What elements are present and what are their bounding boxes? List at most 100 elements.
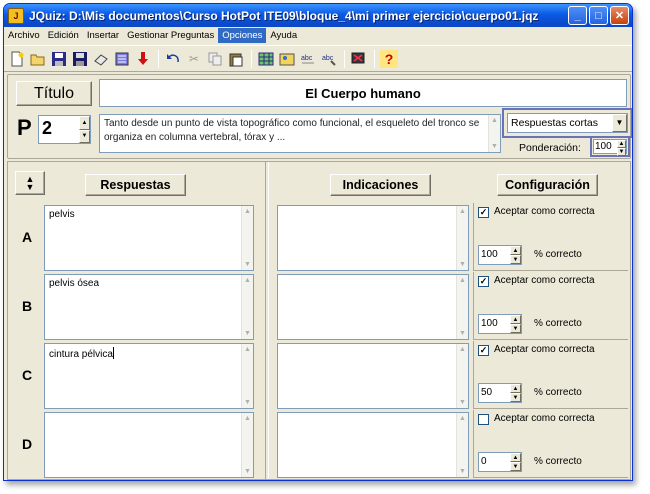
- maximize-button[interactable]: □: [589, 6, 608, 25]
- percent-correct-spinner[interactable]: 100 ▲ ▼: [478, 245, 522, 265]
- spin-down-icon[interactable]: ▼: [510, 255, 521, 264]
- accept-correct-checkbox[interactable]: ✓: [478, 345, 489, 356]
- hint-scrollbar[interactable]: ▲ ▼: [456, 344, 468, 408]
- spin-up-icon[interactable]: ▲: [510, 315, 521, 324]
- answer-text-field[interactable]: ▲ ▼: [44, 412, 254, 478]
- answer-text-field[interactable]: pelvis ▲ ▼: [44, 205, 254, 271]
- hint-scrollbar[interactable]: ▲ ▼: [456, 275, 468, 339]
- percent-correct-spinner[interactable]: 50 ▲ ▼: [478, 383, 522, 403]
- accept-correct-checkbox[interactable]: [478, 414, 489, 425]
- answer-letter: A: [22, 229, 33, 245]
- question-label: P: [17, 115, 32, 140]
- hint-text-field[interactable]: ▲ ▼: [277, 343, 469, 409]
- question-type-value: Respuestas cortas: [511, 117, 598, 129]
- spin-down-icon[interactable]: ▼: [510, 462, 521, 471]
- menu-edicion[interactable]: Edición: [44, 28, 83, 43]
- percent-correct-label: % correcto: [534, 387, 582, 398]
- accept-correct-checkbox[interactable]: ✓: [478, 276, 489, 287]
- percent-correct-label: % correcto: [534, 249, 582, 260]
- spin-up-icon[interactable]: ▲: [79, 116, 90, 130]
- app-icon[interactable]: J: [8, 7, 24, 24]
- open-folder-icon[interactable]: [29, 50, 47, 68]
- question-scrollbar[interactable]: ▲ ▼: [488, 115, 500, 152]
- answer-scrollbar[interactable]: ▲ ▼: [241, 413, 253, 477]
- title-bar[interactable]: J JQuiz: D:\Mis documentos\Curso HotPot …: [4, 4, 632, 27]
- question-type-dropdown[interactable]: Respuestas cortas ▼: [502, 108, 632, 138]
- spin-down-icon[interactable]: ▼: [510, 393, 521, 402]
- percent-correct-value: 0: [481, 456, 487, 467]
- help-icon[interactable]: ?: [380, 49, 398, 68]
- hint-text-field[interactable]: ▲ ▼: [277, 205, 469, 271]
- menu-opciones[interactable]: Opciones: [218, 28, 267, 43]
- window-title: JQuiz: D:\Mis documentos\Curso HotPot IT…: [29, 8, 539, 23]
- monitor-icon[interactable]: [350, 50, 368, 68]
- ponderacion-spinner[interactable]: 100 ▲ ▼: [590, 136, 630, 157]
- configuracion-header[interactable]: Configuración: [497, 174, 598, 196]
- hint-text-field[interactable]: ▲ ▼: [277, 412, 469, 478]
- answer-scrollbar[interactable]: ▲ ▼: [241, 275, 253, 339]
- image-insert-icon[interactable]: [278, 50, 296, 68]
- grid-export-icon[interactable]: [257, 50, 275, 68]
- copy-icon[interactable]: [206, 50, 224, 68]
- answer-scrollbar[interactable]: ▲ ▼: [241, 344, 253, 408]
- spin-up-icon[interactable]: ▲: [510, 453, 521, 462]
- save-as-icon[interactable]: [71, 50, 89, 68]
- spin-up-icon[interactable]: ▲: [510, 246, 521, 255]
- percent-correct-label: % correcto: [534, 318, 582, 329]
- menu-ayuda[interactable]: Ayuda: [266, 28, 301, 43]
- svg-text:abc: abc: [301, 55, 313, 62]
- web-page-icon[interactable]: [113, 50, 131, 68]
- panel-splitter[interactable]: [265, 162, 269, 479]
- answer-letter: D: [22, 436, 33, 452]
- indicaciones-header[interactable]: Indicaciones: [330, 174, 431, 196]
- minimize-button[interactable]: _: [568, 6, 587, 25]
- sort-answers-button[interactable]: ▲ ▼: [15, 171, 45, 195]
- percent-correct-spinner[interactable]: 0 ▲ ▼: [478, 452, 522, 472]
- save-icon[interactable]: [50, 50, 68, 68]
- answer-text-field[interactable]: cintura pélvica ▲ ▼: [44, 343, 254, 409]
- undo-icon[interactable]: [164, 50, 182, 68]
- question-header: Título El Cuerpo humano P 2 ▲ ▼ Tanto des…: [7, 74, 632, 159]
- menu-archivo[interactable]: Archivo: [4, 28, 44, 43]
- abc-tools-icon[interactable]: abc: [320, 50, 338, 68]
- answer-text: cintura pélvica: [49, 349, 113, 360]
- question-text-area[interactable]: Tanto desde un punto de vista topográfic…: [99, 114, 501, 153]
- paste-icon[interactable]: [227, 50, 245, 68]
- spin-down-icon[interactable]: ▼: [79, 129, 90, 143]
- hint-text-field[interactable]: ▲ ▼: [277, 274, 469, 340]
- accept-correct-label: Aceptar como correcta: [494, 275, 595, 286]
- titulo-button[interactable]: Título: [16, 81, 92, 106]
- answer-letter: C: [22, 367, 33, 383]
- menu-gestionar-preguntas[interactable]: Gestionar Preguntas: [123, 28, 218, 43]
- question-text: Tanto desde un punto de vista topográfic…: [104, 118, 480, 143]
- answer-scrollbar[interactable]: ▲ ▼: [241, 206, 253, 270]
- answer-config: ✓ Aceptar como correcta 100 ▲ ▼ % correcto: [473, 203, 628, 271]
- question-number-spinner[interactable]: 2 ▲ ▼: [38, 115, 91, 144]
- down-arrow-icon[interactable]: [134, 50, 152, 68]
- spin-up-icon[interactable]: ▲: [510, 384, 521, 393]
- answer-text-field[interactable]: pelvis ósea ▲ ▼: [44, 274, 254, 340]
- spin-down-icon[interactable]: ▼: [510, 324, 521, 333]
- eraser-icon[interactable]: [92, 50, 110, 68]
- percent-correct-spinner[interactable]: 100 ▲ ▼: [478, 314, 522, 334]
- hint-scrollbar[interactable]: ▲ ▼: [456, 413, 468, 477]
- abc-config-icon[interactable]: abc: [299, 50, 317, 68]
- percent-correct-value: 100: [481, 249, 498, 260]
- hint-scrollbar[interactable]: ▲ ▼: [456, 206, 468, 270]
- respuestas-header[interactable]: Respuestas: [85, 174, 186, 196]
- spin-up-icon[interactable]: ▲: [617, 140, 626, 148]
- ponderacion-value: 100: [595, 141, 612, 152]
- titulo-field[interactable]: El Cuerpo humano: [99, 79, 627, 107]
- ponderacion-label: Ponderación:: [519, 142, 581, 154]
- new-file-icon[interactable]: [8, 50, 26, 68]
- spin-down-icon[interactable]: ▼: [617, 148, 626, 156]
- accept-correct-checkbox[interactable]: ✓: [478, 207, 489, 218]
- answer-config: ✓ Aceptar como correcta 100 ▲ ▼ % correcto: [473, 272, 628, 340]
- cut-icon[interactable]: ✂: [185, 50, 203, 68]
- answers-panel: ▲ ▼ Respuestas Indicaciones Configuración…: [7, 161, 631, 480]
- close-button[interactable]: ✕: [610, 6, 629, 25]
- answer-text: pelvis ósea: [49, 278, 100, 289]
- menu-bar: Archivo Edición Insertar Gestionar Pregu…: [4, 27, 632, 44]
- menu-insertar[interactable]: Insertar: [83, 28, 123, 43]
- dropdown-arrow-icon[interactable]: ▼: [612, 114, 627, 132]
